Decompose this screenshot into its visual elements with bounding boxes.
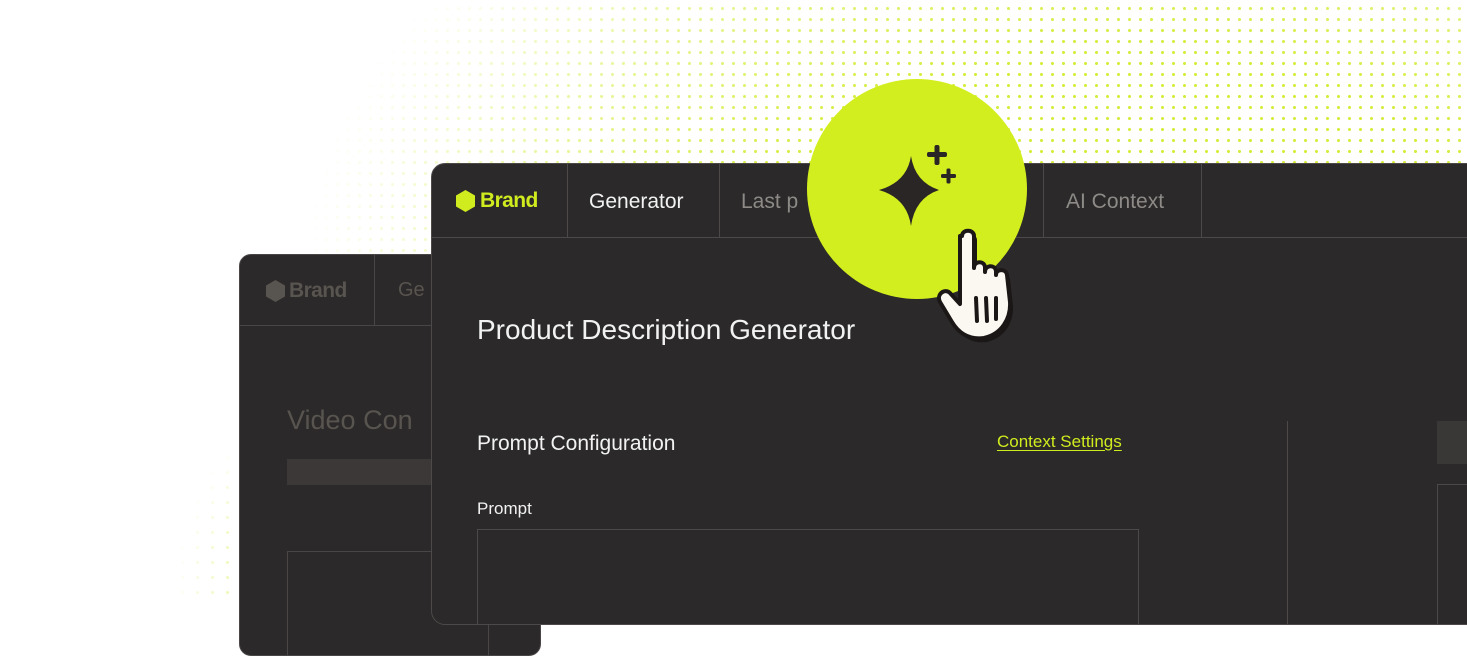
brand-logo[interactable]: Brand bbox=[456, 189, 538, 213]
nav-divider bbox=[374, 255, 375, 325]
background-page-title: Video Con bbox=[287, 405, 413, 435]
tab-last-prompts[interactable]: Last p bbox=[741, 190, 798, 214]
side-panel-box bbox=[1437, 484, 1467, 624]
hexagon-icon bbox=[266, 280, 285, 302]
page-title: Product Description Generator bbox=[477, 314, 856, 345]
background-brand-name: Brand bbox=[289, 279, 347, 302]
brand-name: Brand bbox=[480, 189, 538, 212]
hand-pointer-icon bbox=[937, 228, 1014, 343]
nav-divider bbox=[1201, 164, 1202, 237]
tab-generator[interactable]: Generator bbox=[589, 190, 684, 214]
side-panel-header bbox=[1437, 421, 1467, 464]
prompt-input[interactable] bbox=[477, 529, 1139, 624]
nav-divider bbox=[719, 164, 720, 237]
prompt-label: Prompt bbox=[477, 499, 532, 518]
hexagon-icon bbox=[456, 190, 475, 212]
tab-ai-context[interactable]: AI Context bbox=[1066, 190, 1164, 214]
background-brand-logo: Brand bbox=[266, 279, 347, 303]
background-tab-generator: Ge bbox=[398, 279, 425, 301]
nav-divider bbox=[567, 164, 568, 237]
column-divider bbox=[1287, 421, 1288, 624]
section-title: Prompt Configuration bbox=[477, 432, 676, 455]
context-settings-link[interactable]: Context Settings bbox=[997, 432, 1122, 452]
